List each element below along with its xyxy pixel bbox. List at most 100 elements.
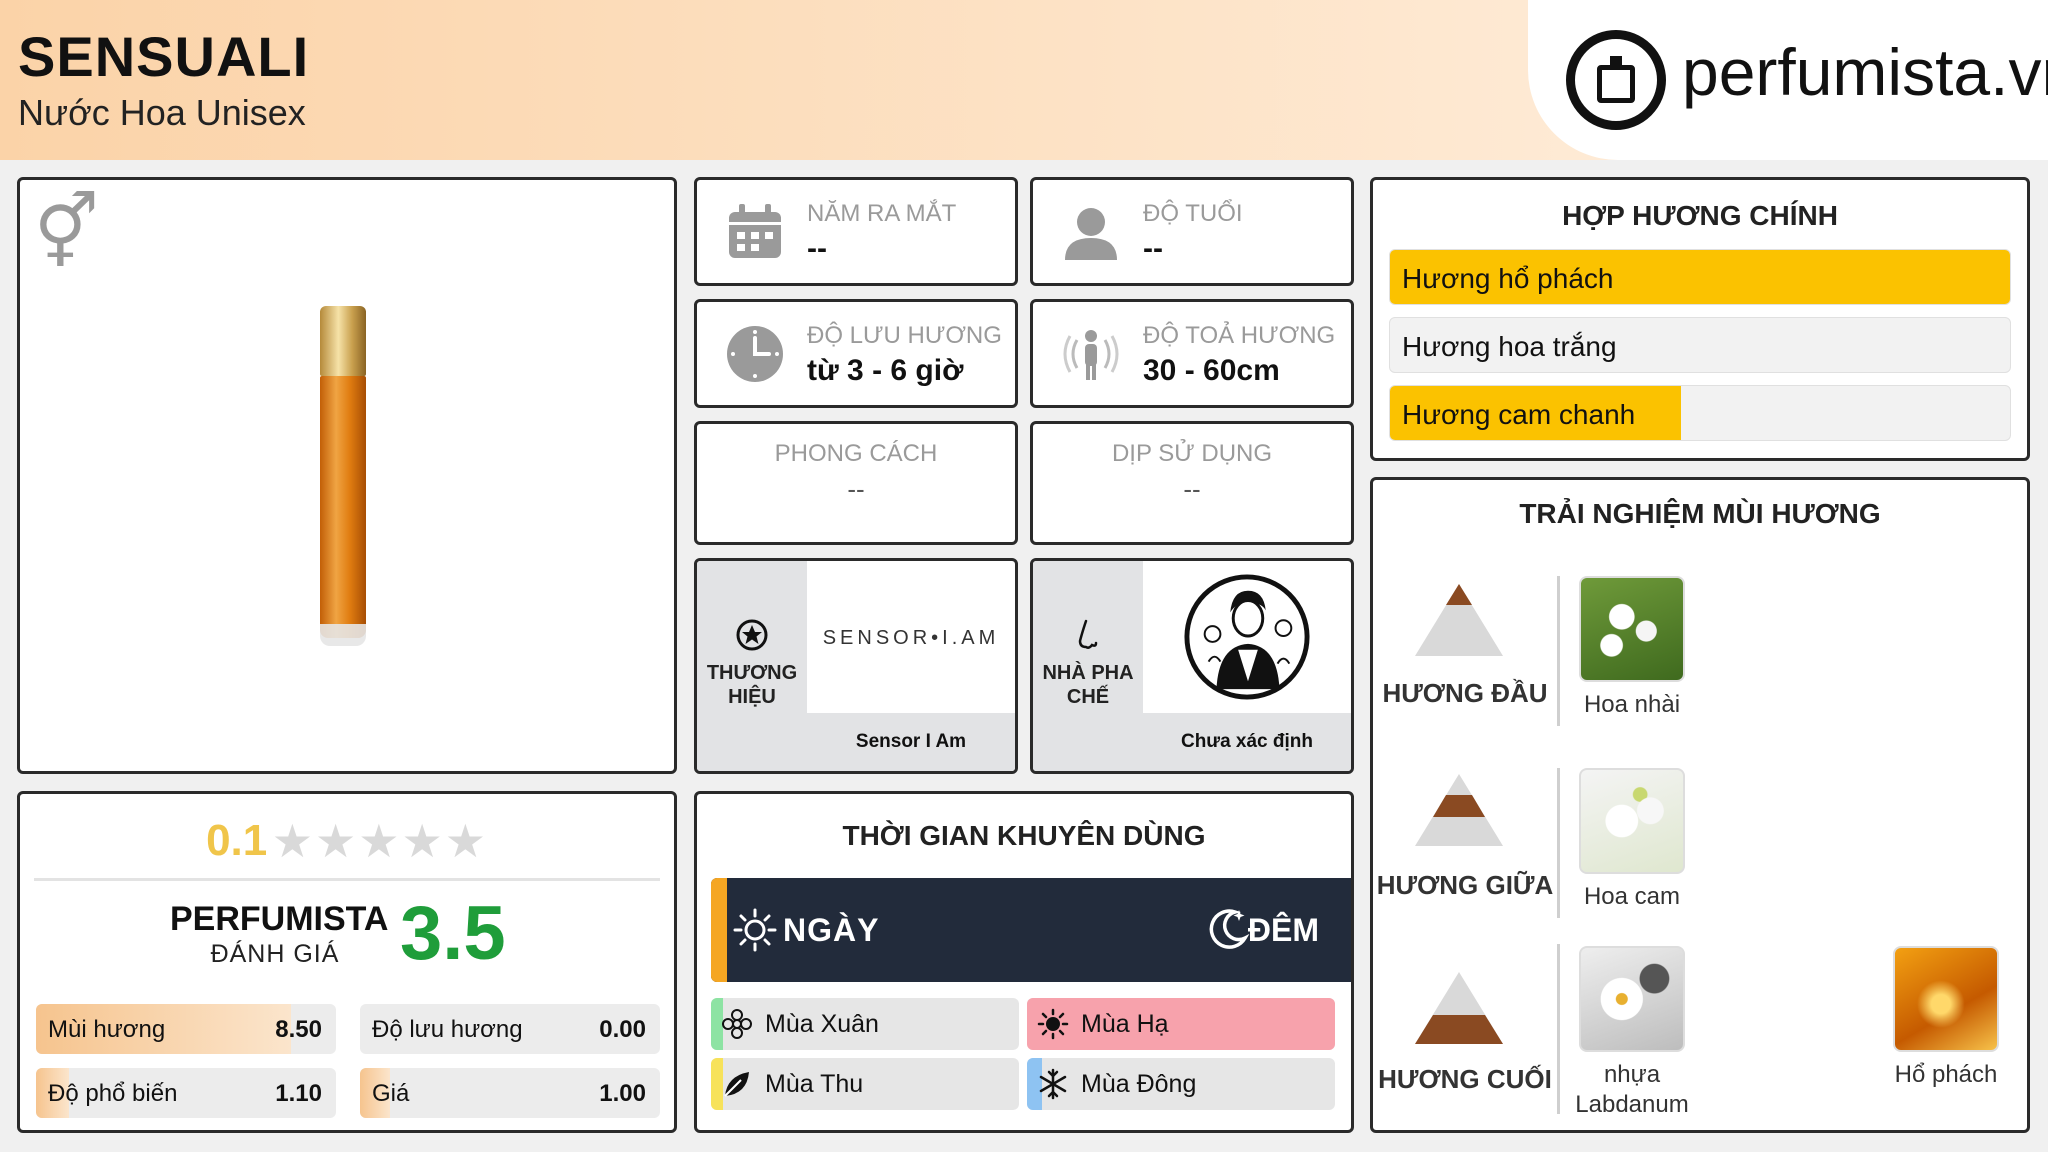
note-amber-image[interactable] [1893,946,1999,1052]
star-rating[interactable]: ★★★★★ [272,814,488,868]
product-subtitle: Nước Hoa Unisex [18,92,306,133]
day-level-bar [711,878,727,982]
top-notes-label: HƯƠNG ĐẦU [1382,678,1548,708]
usage-time-title: THỜI GIAN KHUYÊN DÙNG [842,820,1206,851]
age-value: -- [1143,232,1163,265]
longevity-label: ĐỘ LƯU HƯƠNG [807,322,1002,349]
perfumer-avatar-icon [1184,574,1310,700]
note-labdanum-image[interactable] [1579,946,1685,1052]
product-title: SENSUALI [18,25,310,88]
note-orange-blossom-label: Hoa cam [1583,883,1681,910]
season-bar: Mùa Hạ [1027,998,1335,1050]
accord-bar[interactable]: Hương hoa trắng [1389,317,2011,373]
metric-label: Độ lưu hương [372,1016,523,1043]
fragrance-pyramid-card: TRẢI NGHIỆM MÙI HƯƠNG HƯƠNG ĐẦU Hoa nhài… [1370,477,2030,1133]
metric-value: 0.00 [599,1016,646,1043]
perfumista-label: PERFUMISTA [170,900,389,938]
sillage-tile: ĐỘ TOẢ HƯƠNG 30 - 60cm [1030,299,1354,408]
style-label: PHONG CÁCH [774,440,938,467]
star-icon[interactable]: ★ [401,815,444,867]
sun-icon [1037,1008,1069,1040]
star-icon[interactable]: ★ [445,815,488,867]
leaf-icon [721,1068,753,1100]
perfumer-name: Chưa xác định [1143,713,1351,771]
user-icon [1065,208,1117,260]
note-orange-blossom-image[interactable] [1579,768,1685,874]
season-fill [1027,998,1335,1050]
clock-icon [727,326,783,382]
pyramid-title: TRẢI NGHIỆM MÙI HƯƠNG [1519,498,1881,529]
season-bar: Mùa Thu [711,1058,1019,1110]
logo[interactable]: perfumista.vn [1528,0,2048,160]
pyramid-base-icon [1415,972,1503,1044]
sillage-label: ĐỘ TOẢ HƯƠNG [1143,322,1336,349]
logo-text: perfumista.vn [1682,35,2048,109]
brand-name: Sensor I Am [807,713,1015,771]
perfumista-score: 3.5 [400,891,506,976]
season-label: Mùa Xuân [765,1010,879,1038]
brand-label: THƯƠNG HIỆU [706,662,798,708]
metric-label: Mùi hương [48,1016,166,1043]
rating-metric: Mùi hương 8.50 [36,1004,336,1054]
accord-label: Hương cam chanh [1402,399,1636,430]
perfumista-sub-label: ĐÁNH GIÁ [210,940,340,968]
accord-label: Hương hoa trắng [1402,331,1617,362]
sillage-person-icon [1063,330,1119,380]
user-rating-score: 0.1 [206,816,268,865]
release-year-value: -- [807,232,827,265]
star-badge-icon [736,619,768,651]
age-tile: ĐỘ TUỔI -- [1030,177,1354,286]
day-label: NGÀY [783,912,880,948]
sun-icon [733,908,777,952]
star-icon[interactable]: ★ [315,815,358,867]
star-icon[interactable]: ★ [358,815,401,867]
occasion-value: -- [1183,474,1201,504]
release-year-label: NĂM RA MẮT [807,200,957,227]
metric-value: 1.00 [599,1080,646,1107]
brand-tile[interactable]: THƯƠNG HIỆU SENSOR•I.AM Sensor I Am [694,558,1018,774]
release-year-tile: NĂM RA MẮT -- [694,177,1018,286]
longevity-value: từ 3 - 6 giờ [807,354,964,387]
calendar-icon [729,204,781,258]
note-jasmine-image[interactable] [1579,576,1685,682]
star-icon[interactable]: ★ [272,815,315,867]
occasion-label: DỊP SỬ DỤNG [1111,440,1273,467]
rating-card: 0.1 ★★★★★ PERFUMISTA ĐÁNH GIÁ 3.5 Mùi hư… [17,791,677,1133]
brand-logo: SENSOR•I.AM [822,627,1000,649]
header: SENSUALI Nước Hoa Unisex perfumista.vn [0,0,2048,160]
metric-label: Độ phổ biến [48,1080,178,1107]
flower-icon [721,1008,753,1040]
perfumer-label: NHÀ PHA CHẾ [1042,662,1134,708]
note-amber-label: Hổ phách [1894,1061,1998,1088]
longevity-tile: ĐỘ LƯU HƯƠNG từ 3 - 6 giờ [694,299,1018,408]
style-value: -- [847,474,865,504]
style-tile: PHONG CÁCH -- [694,421,1018,545]
sillage-value: 30 - 60cm [1143,354,1280,387]
metric-value: 1.10 [275,1080,322,1107]
base-notes-label: HƯƠNG CUỐI [1378,1064,1552,1094]
age-label: ĐỘ TUỔI [1143,200,1243,227]
middle-notes-label: HƯƠNG GIỮA [1376,870,1554,900]
perfumer-tile[interactable]: NHÀ PHA CHẾ Chưa xác định [1030,558,1354,774]
pyramid-middle-icon [1415,774,1503,846]
accord-bar[interactable]: Hương cam chanh [1389,385,2011,441]
moon-icon [1209,909,1250,949]
usage-time-card: THỜI GIAN KHUYÊN DÙNG NGÀY ĐÊM Mùa Xuân M… [694,791,1354,1133]
main-accords-title: HỢP HƯƠNG CHÍNH [1562,200,1838,231]
rating-metric: Độ lưu hương 0.00 [360,1004,660,1054]
rating-metric: Độ phổ biến 1.10 [36,1068,336,1118]
night-label: ĐÊM [1247,912,1319,948]
accord-label: Hương hổ phách [1402,263,1614,294]
pyramid-top-icon [1415,584,1503,656]
rating-metric: Giá 1.00 [360,1068,660,1118]
day-night-bar: NGÀY ĐÊM [711,878,1351,982]
product-bottle-image [320,306,366,646]
note-labdanum-label: nhựa Labdanum [1575,1061,1689,1118]
nose-icon [1078,619,1098,649]
metric-value: 8.50 [275,1016,322,1043]
season-bar: Mùa Đông [1027,1058,1335,1110]
season-label: Mùa Hạ [1081,1010,1169,1038]
main-accords-card: HỢP HƯƠNG CHÍNH Hương hổ phách Hương hoa … [1370,177,2030,461]
accord-bar[interactable]: Hương hổ phách [1389,249,2011,305]
metric-label: Giá [372,1080,410,1107]
